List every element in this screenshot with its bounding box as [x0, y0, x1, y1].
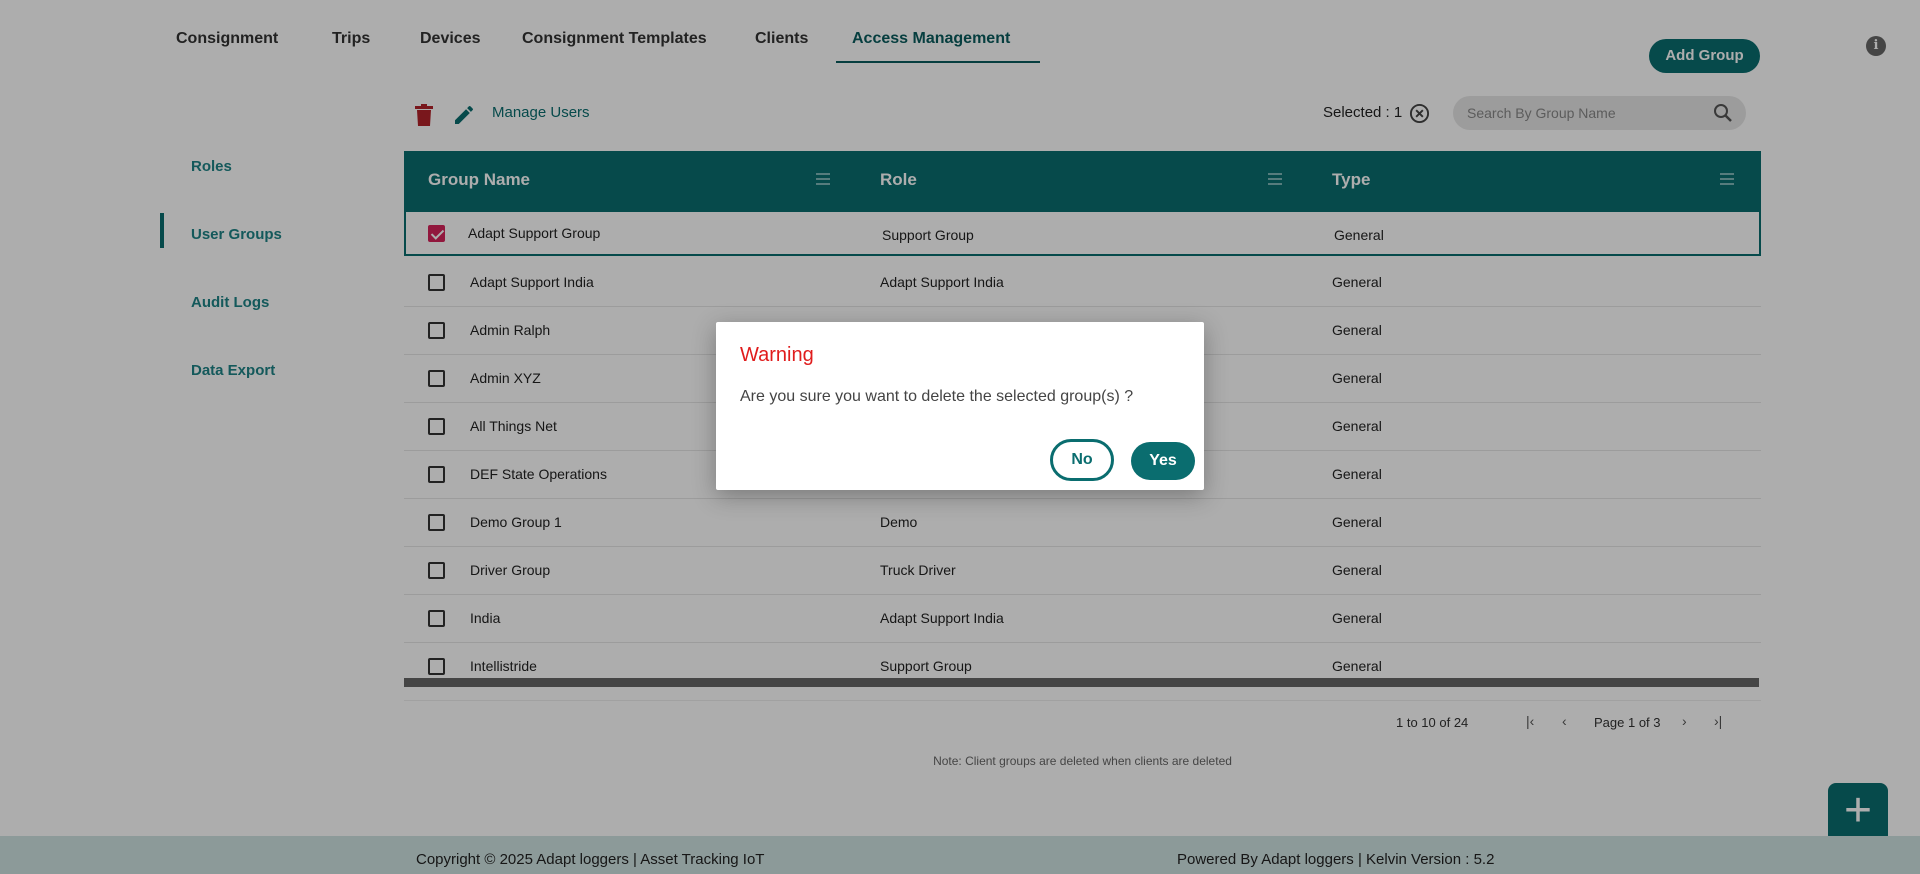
dialog-title: Warning	[740, 344, 814, 366]
dialog-message: Are you sure you want to delete the sele…	[740, 388, 1134, 405]
warning-dialog: Warning Are you sure you want to delete …	[716, 322, 1204, 490]
yes-button[interactable]: Yes	[1131, 442, 1195, 480]
no-button[interactable]: No	[1050, 439, 1114, 481]
